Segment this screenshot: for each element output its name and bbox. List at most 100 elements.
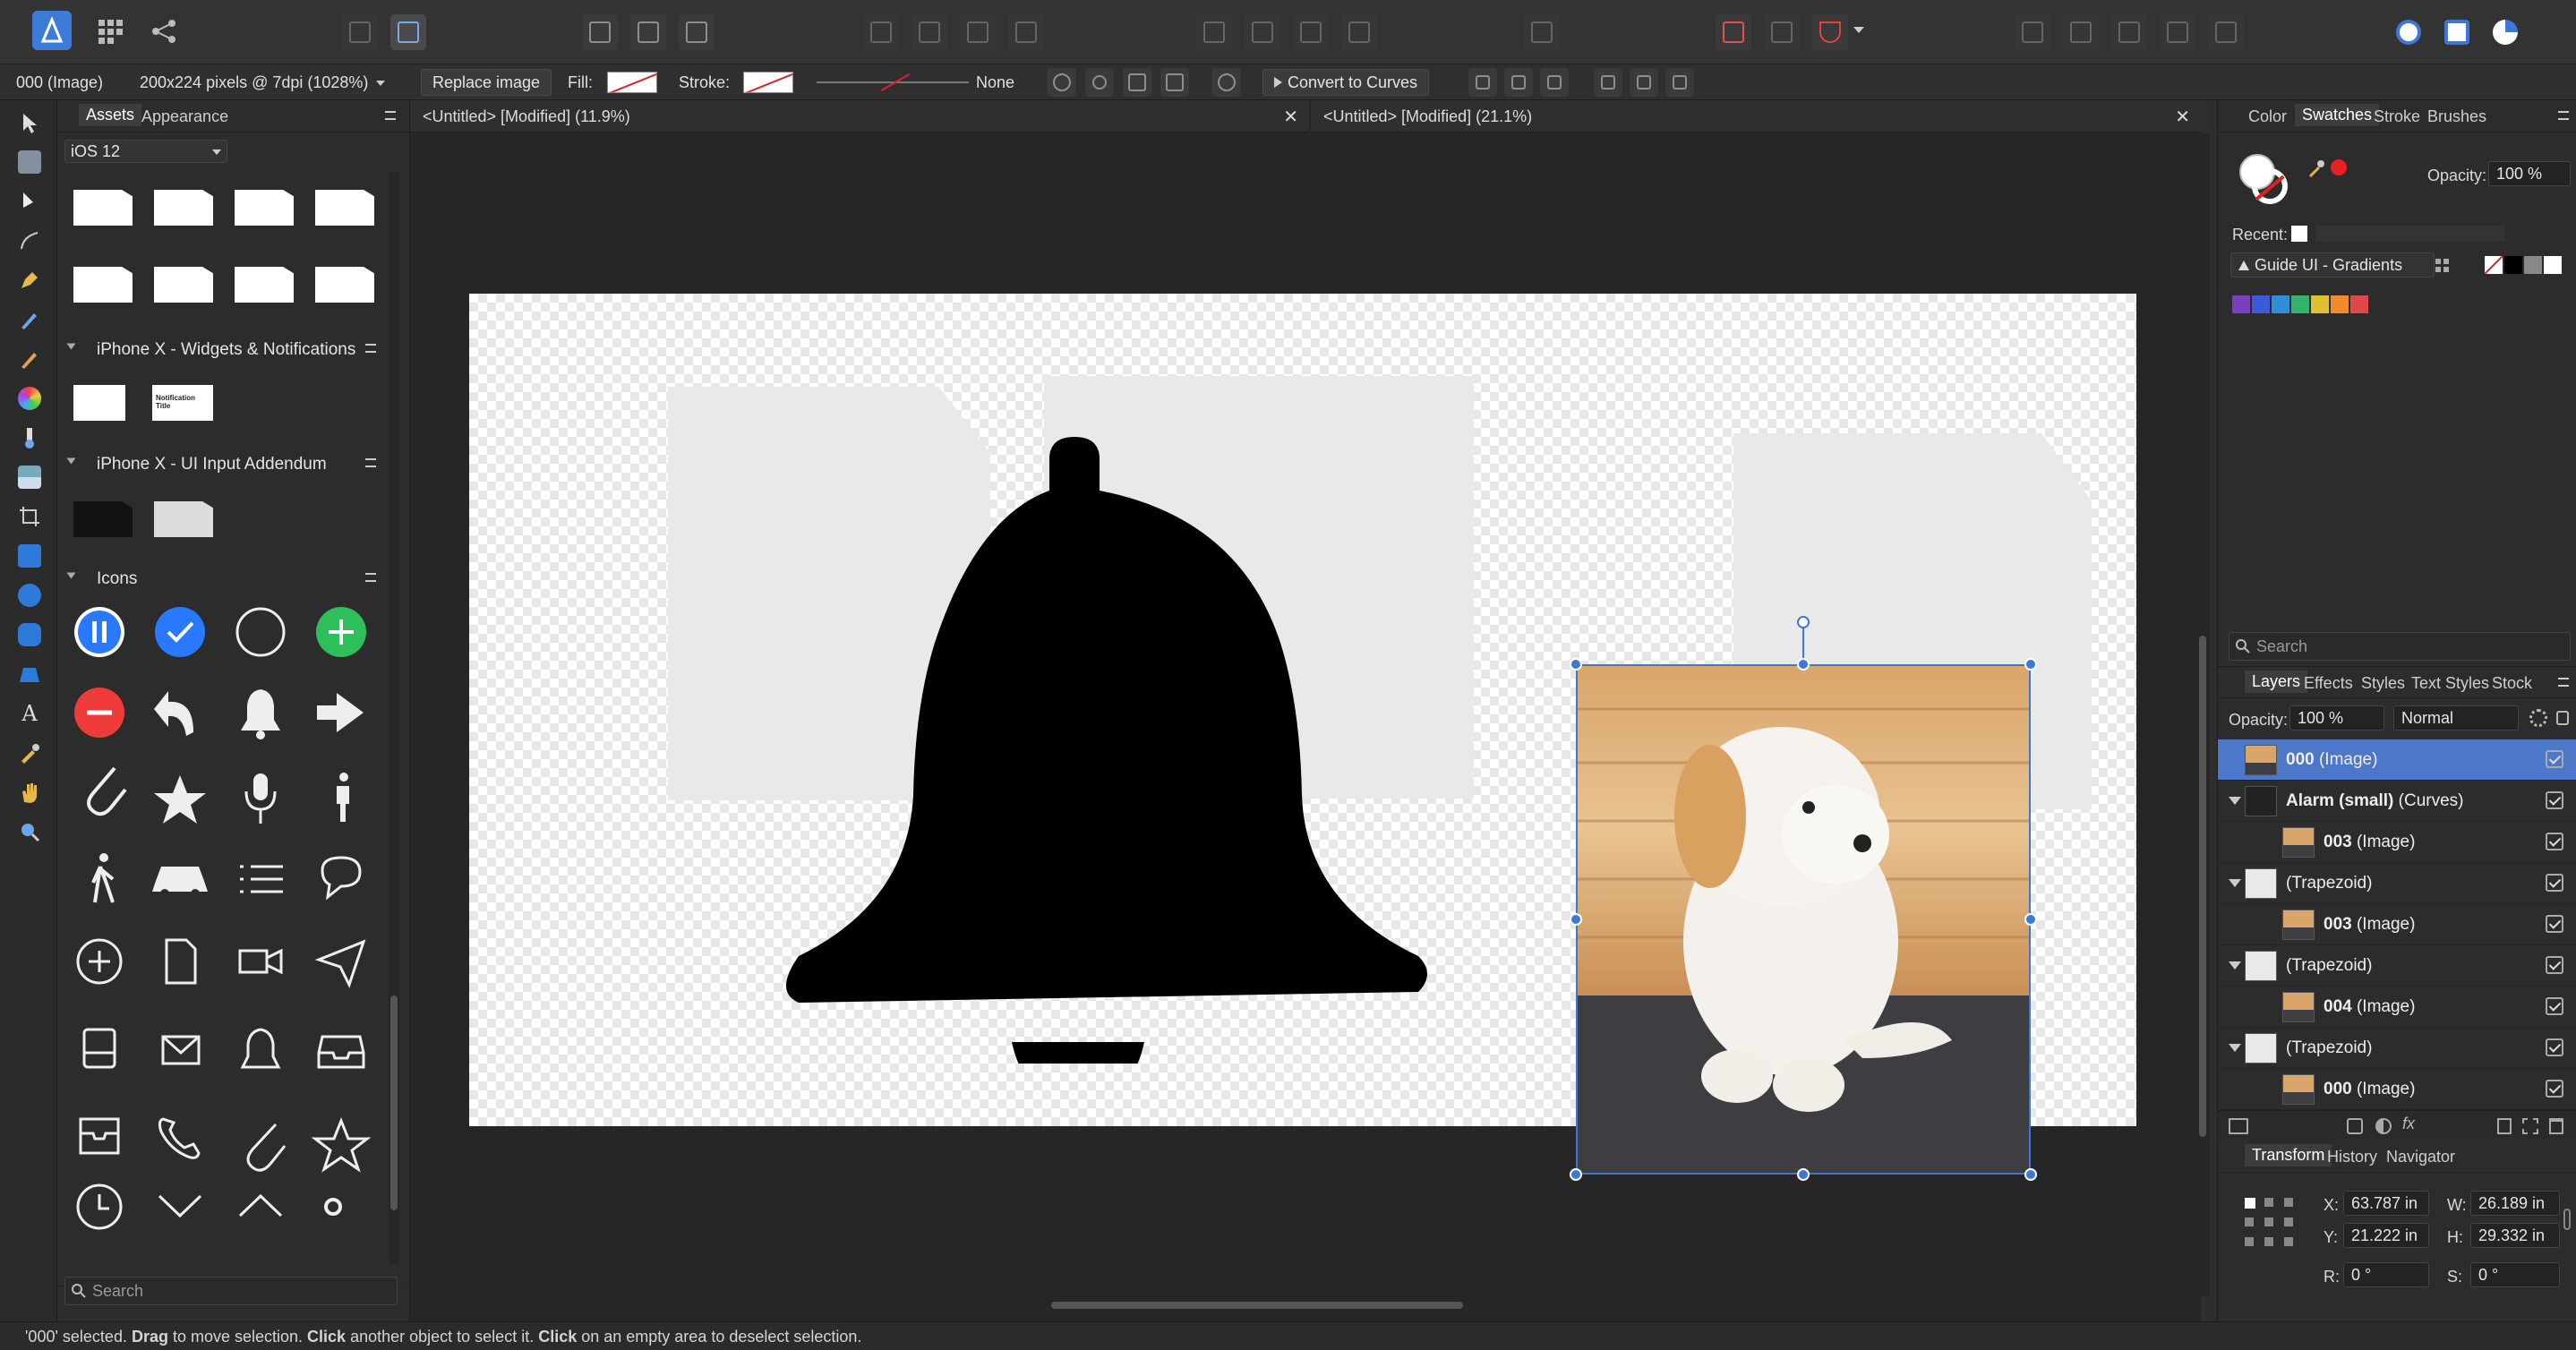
layer-row[interactable]: (Trapezoid) bbox=[2218, 945, 2576, 987]
swatches-search-input[interactable]: Search bbox=[2229, 632, 2571, 661]
visibility-checkbox[interactable] bbox=[2546, 874, 2563, 892]
insert-target-icon[interactable] bbox=[1524, 14, 1560, 50]
notification-widget-tile[interactable] bbox=[73, 385, 125, 421]
close-icon[interactable]: ✕ bbox=[1283, 106, 1298, 128]
asset-tile[interactable] bbox=[73, 190, 133, 226]
asset-tile[interactable] bbox=[315, 190, 374, 226]
none-swatch[interactable] bbox=[2485, 256, 2503, 274]
resize-handle-w[interactable] bbox=[1570, 913, 1582, 926]
fill-tool-icon[interactable] bbox=[18, 387, 41, 410]
h-input[interactable]: 29.332 in bbox=[2470, 1223, 2560, 1248]
align-middle-icon[interactable] bbox=[1630, 68, 1658, 97]
black-swatch[interactable] bbox=[2504, 256, 2522, 274]
expand-chevron-icon[interactable] bbox=[2229, 961, 2241, 970]
rounded-rect-tool-icon[interactable] bbox=[18, 623, 41, 646]
resize-handle-ne[interactable] bbox=[2024, 658, 2037, 671]
tab-stock[interactable]: Stock bbox=[2492, 674, 2532, 693]
tab-brushes[interactable]: Brushes bbox=[2427, 107, 2486, 126]
palette-swatch[interactable] bbox=[2350, 295, 2368, 313]
assets-search-input[interactable]: Search bbox=[64, 1277, 398, 1305]
section-menu-icon[interactable] bbox=[365, 344, 376, 353]
expand-chevron-icon[interactable] bbox=[2229, 879, 2241, 887]
rotate-left-icon[interactable] bbox=[1293, 14, 1329, 50]
arrange-front-icon[interactable] bbox=[1008, 14, 1044, 50]
app-logo-icon[interactable] bbox=[32, 11, 72, 50]
crop-icon[interactable] bbox=[1160, 68, 1189, 97]
tab-appearance[interactable]: Appearance bbox=[141, 107, 228, 126]
pixel-persona-icon[interactable] bbox=[390, 14, 426, 50]
current-color-swatch[interactable] bbox=[2331, 159, 2347, 175]
trapezoid-tool-icon[interactable] bbox=[18, 662, 41, 686]
adjustment-icon[interactable] bbox=[2375, 1118, 2392, 1134]
designer-persona-icon[interactable] bbox=[342, 14, 378, 50]
assets-scrollbar[interactable] bbox=[389, 172, 399, 1264]
section-menu-icon[interactable] bbox=[365, 458, 376, 467]
eyedropper-icon[interactable] bbox=[2307, 159, 2325, 177]
boolean-subtract-icon[interactable] bbox=[2063, 14, 2099, 50]
x-input[interactable]: 63.787 in bbox=[2343, 1191, 2429, 1216]
eye-icon[interactable] bbox=[1085, 68, 1114, 97]
palette-swatch[interactable] bbox=[2272, 295, 2289, 313]
alarm-bell-shape[interactable] bbox=[774, 437, 1454, 1064]
tab-stroke[interactable]: Stroke bbox=[2374, 107, 2420, 126]
tab-effects[interactable]: Effects bbox=[2304, 674, 2353, 693]
boolean-intersect-icon[interactable] bbox=[2111, 14, 2147, 50]
color-picker-tool-icon[interactable] bbox=[18, 741, 41, 765]
boolean-xor-icon[interactable] bbox=[2160, 14, 2195, 50]
palette-swatch[interactable] bbox=[2331, 295, 2349, 313]
anchor-grid-icon[interactable] bbox=[2245, 1198, 2298, 1252]
color-picker-popup-icon[interactable] bbox=[2493, 20, 2518, 45]
layers-opacity-input[interactable]: 100 % bbox=[2289, 705, 2384, 731]
notification-title-tile[interactable]: Notification Title bbox=[152, 385, 213, 421]
layer-row[interactable]: 004 (Image) bbox=[2218, 987, 2576, 1028]
align-top-icon[interactable] bbox=[1594, 68, 1622, 97]
pixels-info-dropdown[interactable]: 200x224 pixels @ 7dpi (1028%) bbox=[140, 73, 368, 92]
tab-color[interactable]: Color bbox=[2248, 107, 2287, 126]
layer-row[interactable]: 003 (Image) bbox=[2218, 904, 2576, 945]
align-left-icon[interactable] bbox=[1468, 68, 1497, 97]
zoom-tool-icon[interactable] bbox=[18, 820, 41, 843]
lock-icon[interactable] bbox=[2556, 711, 2569, 725]
trash-icon[interactable] bbox=[2549, 1118, 2563, 1134]
panel-menu-icon[interactable] bbox=[385, 111, 396, 120]
visibility-checkbox[interactable] bbox=[2546, 1038, 2563, 1056]
fx-icon[interactable]: fx bbox=[2402, 1115, 2415, 1133]
asset-tile[interactable] bbox=[154, 267, 213, 303]
visibility-checkbox[interactable] bbox=[2546, 956, 2563, 974]
grid-icon[interactable] bbox=[1716, 14, 1751, 50]
distribute-icon[interactable] bbox=[1123, 68, 1151, 97]
convert-to-curves-button[interactable]: Convert to Curves bbox=[1262, 69, 1430, 96]
transform-origin-icon[interactable] bbox=[630, 14, 666, 50]
palette-swatch[interactable] bbox=[2291, 295, 2309, 313]
blend-mode-dropdown[interactable]: Normal bbox=[2393, 705, 2519, 731]
node-tool-icon[interactable] bbox=[18, 190, 41, 213]
input-dark-tile[interactable] bbox=[73, 501, 133, 537]
layer-row[interactable]: 000 (Image) bbox=[2218, 739, 2576, 781]
layer-row[interactable]: 003 (Image) bbox=[2218, 822, 2576, 863]
snap-guides-icon[interactable] bbox=[1764, 14, 1800, 50]
w-input[interactable]: 26.189 in bbox=[2470, 1191, 2560, 1216]
asset-tile[interactable] bbox=[235, 190, 294, 226]
resize-handle-sw[interactable] bbox=[1570, 1168, 1582, 1181]
scrollbar-thumb[interactable] bbox=[1051, 1302, 1463, 1309]
rotate-icon[interactable] bbox=[1212, 68, 1241, 97]
y-input[interactable]: 21.222 in bbox=[2343, 1223, 2429, 1248]
rotation-handle[interactable] bbox=[1797, 616, 1810, 628]
chevron-down-icon[interactable] bbox=[1853, 27, 1864, 33]
palette-dropdown[interactable]: Guide UI - Gradients bbox=[2230, 252, 2435, 278]
palette-swatch[interactable] bbox=[2311, 295, 2329, 313]
fill-stroke-selector[interactable] bbox=[2239, 154, 2293, 208]
asset-tile[interactable] bbox=[235, 267, 294, 303]
transparency-tool-icon[interactable] bbox=[18, 426, 41, 449]
gear-icon[interactable] bbox=[2529, 709, 2547, 727]
layer-row[interactable]: (Trapezoid) bbox=[2218, 1028, 2576, 1069]
asset-tile[interactable] bbox=[73, 267, 133, 303]
layer-row[interactable]: Alarm (small) (Curves) bbox=[2218, 781, 2576, 822]
expand-chevron-icon[interactable] bbox=[2229, 1044, 2241, 1052]
tab-text-styles[interactable]: Text Styles bbox=[2411, 674, 2489, 693]
crosshair-icon[interactable] bbox=[1048, 68, 1076, 97]
ellipse-tool-icon[interactable] bbox=[18, 584, 41, 607]
section-icons[interactable]: Icons bbox=[64, 562, 396, 594]
visibility-checkbox[interactable] bbox=[2546, 791, 2563, 809]
resize-handle-nw[interactable] bbox=[1570, 658, 1582, 671]
